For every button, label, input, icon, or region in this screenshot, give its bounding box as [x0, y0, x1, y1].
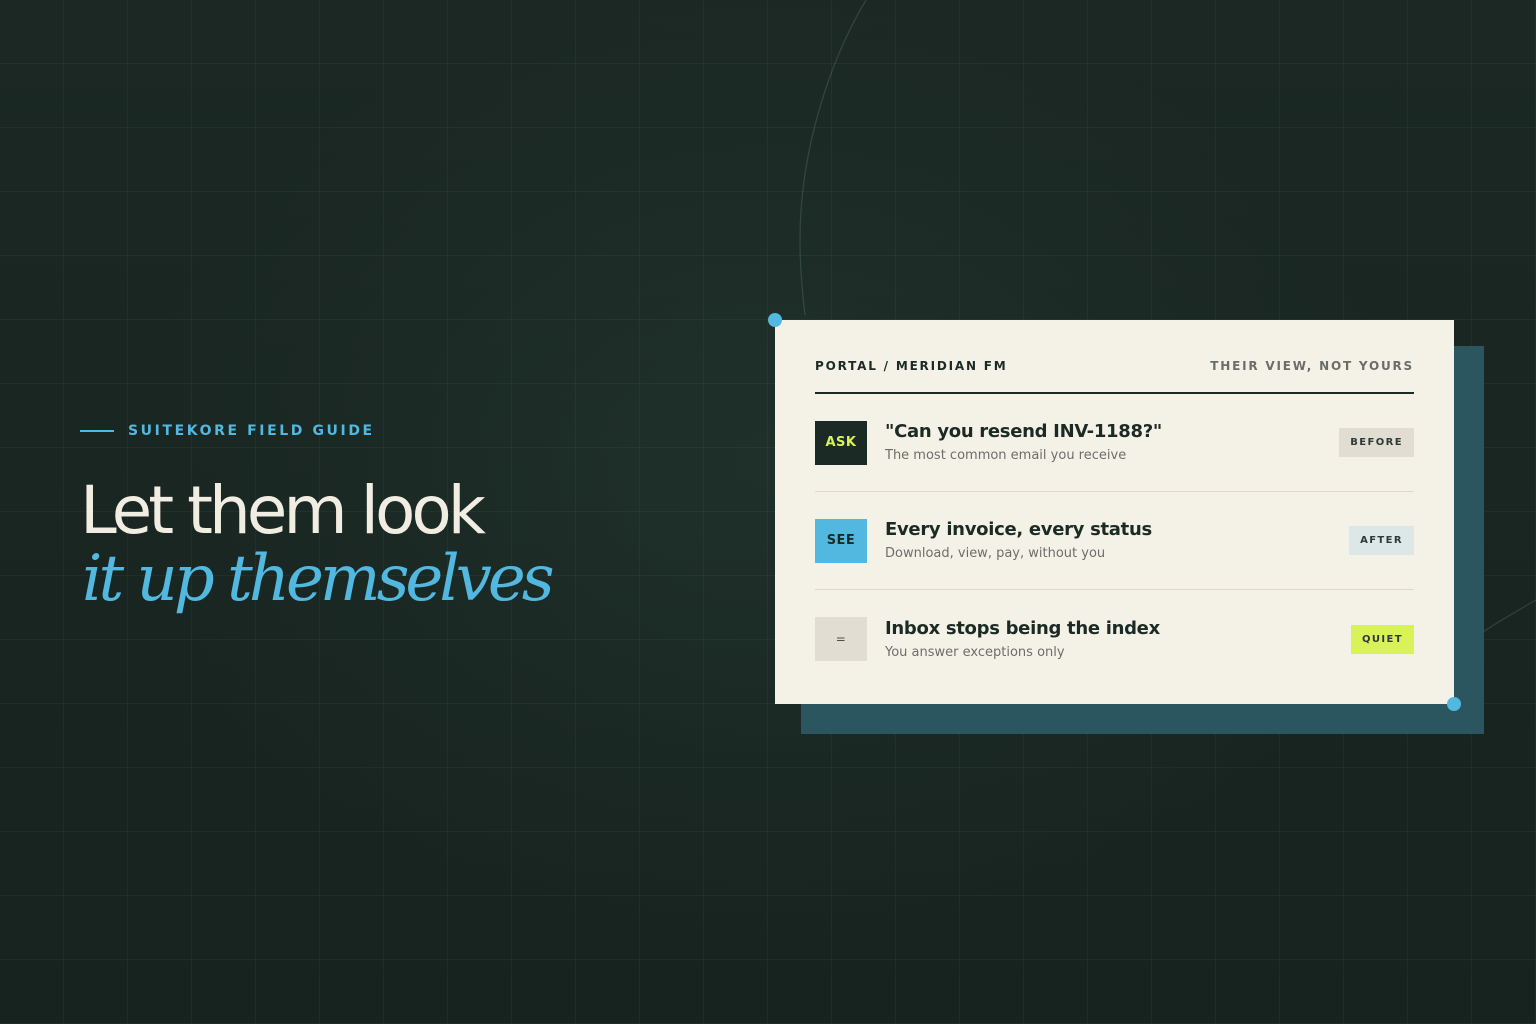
- headline: Let them look it up themselves: [80, 472, 555, 616]
- quiet-tag: QUIET: [1351, 624, 1414, 654]
- kicker: SUITEKORE FIELD GUIDE: [80, 421, 375, 441]
- row-title: Inbox stops being the index: [885, 617, 1160, 639]
- corner-dot-top-left: [768, 313, 782, 327]
- headline-line-2: it up themselves: [82, 542, 555, 616]
- row-body: Inbox stops being the index You answer e…: [885, 617, 1351, 662]
- row-subtitle: Download, view, pay, without you: [885, 546, 1106, 561]
- equals-icon: =: [815, 617, 867, 661]
- card-header-caption: THEIR VIEW, NOT YOURS: [1210, 359, 1414, 373]
- card-header-title: PORTAL / MERIDIAN FM: [815, 359, 1008, 373]
- headline-line-1: Let them look: [80, 472, 486, 549]
- see-icon: SEE: [815, 518, 867, 563]
- ask-icon: ASK: [815, 420, 867, 465]
- row-title: "Can you resend INV-1188?": [885, 421, 1162, 442]
- card-row-see: SEE Every invoice, every status Download…: [815, 492, 1414, 590]
- portal-card: PORTAL / MERIDIAN FM THEIR VIEW, NOT YOU…: [775, 320, 1454, 704]
- card-row-ask: ASK "Can you resend INV-1188?" The most …: [815, 394, 1414, 492]
- row-title: Every invoice, every status: [885, 519, 1152, 540]
- card-row-quiet: = Inbox stops being the index You answer…: [815, 590, 1414, 688]
- after-tag: AFTER: [1349, 526, 1414, 555]
- kicker-label: SUITEKORE FIELD GUIDE: [128, 423, 375, 439]
- row-body: "Can you resend INV-1188?" The most comm…: [885, 420, 1339, 465]
- kicker-rule: [80, 430, 114, 432]
- card-header: PORTAL / MERIDIAN FM THEIR VIEW, NOT YOU…: [815, 358, 1414, 394]
- before-tag: BEFORE: [1339, 428, 1414, 457]
- row-subtitle: You answer exceptions only: [885, 644, 1065, 660]
- corner-dot-bottom-right: [1447, 697, 1461, 711]
- card-rows: ASK "Can you resend INV-1188?" The most …: [815, 394, 1414, 688]
- row-subtitle: The most common email you receive: [885, 448, 1127, 463]
- row-body: Every invoice, every status Download, vi…: [885, 518, 1349, 563]
